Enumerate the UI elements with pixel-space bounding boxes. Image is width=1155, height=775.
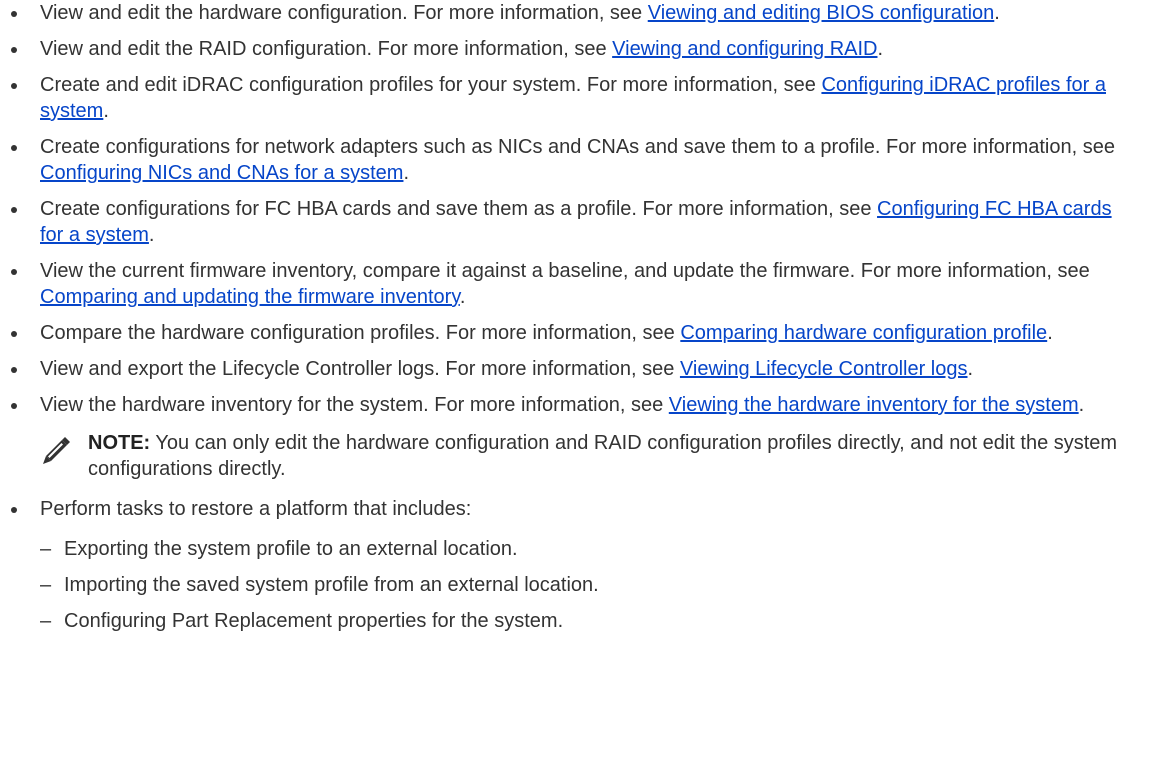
bullet-icon	[11, 367, 17, 373]
list-item: Create and edit iDRAC configuration prof…	[0, 72, 1155, 124]
bullet-icon	[11, 47, 17, 53]
bullet-icon	[11, 207, 17, 213]
list-item-punct: .	[877, 38, 884, 60]
list-item: Compare the hardware configuration profi…	[0, 320, 1155, 346]
list-item-punct: .	[1047, 322, 1053, 344]
list-item-punct: .	[1078, 394, 1085, 416]
link-viewing-editing-bios[interactable]: Viewing and editing BIOS configuration	[648, 2, 995, 24]
list-item: View the current firmware inventory, com…	[0, 258, 1155, 310]
sub-list-item: – Importing the saved system profile fro…	[40, 572, 1139, 598]
link-viewing-lifecycle-logs[interactable]: Viewing Lifecycle Controller logs	[680, 358, 968, 380]
link-comparing-hardware-profile[interactable]: Comparing hardware configuration profile	[680, 322, 1047, 344]
list-item-text: Create configurations for FC HBA cards a…	[40, 198, 878, 220]
note-text: You can only edit the hardware configura…	[88, 432, 1118, 480]
sub-list-item-text: Importing the saved system profile from …	[64, 574, 599, 596]
bullet-icon	[11, 403, 17, 409]
dash-icon: –	[40, 538, 52, 560]
bullet-icon	[11, 11, 17, 17]
list-item-punct: .	[967, 358, 974, 380]
list-item-punct: .	[459, 286, 466, 308]
feature-list: View and edit the hardware configuration…	[0, 0, 1155, 634]
list-item-text: Create configurations for network adapte…	[40, 136, 1115, 158]
list-item: View and export the Lifecycle Controller…	[0, 356, 1155, 382]
sub-list-item: – Exporting the system profile to an ext…	[40, 536, 1139, 562]
list-item-text: View and export the Lifecycle Controller…	[40, 358, 680, 380]
dash-icon: –	[40, 610, 52, 632]
pencil-note-icon	[40, 434, 72, 466]
list-item-text: View the current firmware inventory, com…	[40, 260, 1090, 282]
bullet-icon	[11, 145, 17, 151]
list-item-text: View the hardware inventory for the syst…	[40, 394, 669, 416]
list-item: View and edit the RAID configuration. Fo…	[0, 36, 1155, 62]
bullet-icon	[11, 507, 17, 513]
list-item-text: Create and edit iDRAC configuration prof…	[40, 74, 822, 96]
list-item-punct: .	[148, 224, 155, 246]
sub-list-item: – Configuring Part Replacement propertie…	[40, 608, 1139, 634]
list-item: Create configurations for FC HBA cards a…	[0, 196, 1155, 248]
sub-list: – Exporting the system profile to an ext…	[40, 536, 1139, 634]
dash-icon: –	[40, 574, 52, 596]
bullet-icon	[11, 83, 17, 89]
sub-list-item-text: Configuring Part Replacement properties …	[64, 610, 564, 632]
list-item-text: Perform tasks to restore a platform that…	[40, 498, 472, 520]
bullet-icon	[11, 331, 17, 337]
list-item: View and edit the hardware configuration…	[0, 0, 1155, 26]
note-box: NOTE: You can only edit the hardware con…	[40, 430, 1123, 482]
list-item-text: View and edit the hardware configuration…	[40, 2, 648, 24]
list-item: View the hardware inventory for the syst…	[0, 392, 1155, 482]
link-configuring-nics-cnas[interactable]: Configuring NICs and CNAs for a system	[40, 162, 403, 184]
note-label: NOTE:	[88, 432, 151, 454]
list-item-punct: .	[403, 162, 410, 184]
document-body: View and edit the hardware configuration…	[0, 0, 1155, 644]
list-item: Create configurations for network adapte…	[0, 134, 1155, 186]
list-item-punct: .	[994, 2, 1000, 24]
list-item-punct: .	[103, 100, 109, 122]
bullet-icon	[11, 269, 17, 275]
sub-list-item-text: Exporting the system profile to an exter…	[64, 538, 518, 560]
link-viewing-configuring-raid[interactable]: Viewing and configuring RAID	[612, 38, 877, 60]
link-viewing-hardware-inventory[interactable]: Viewing the hardware inventory for the s…	[669, 394, 1079, 416]
list-item-text: View and edit the RAID configuration. Fo…	[40, 38, 613, 60]
list-item: Perform tasks to restore a platform that…	[0, 496, 1155, 634]
list-item-text: Compare the hardware configuration profi…	[40, 322, 681, 344]
link-comparing-updating-firmware[interactable]: Comparing and updating the firmware inve…	[40, 286, 460, 308]
